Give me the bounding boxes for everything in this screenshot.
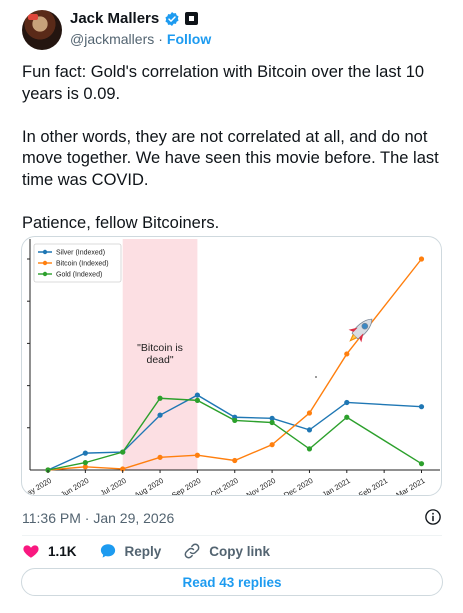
rocket-icon	[348, 318, 373, 343]
data-point	[306, 446, 313, 452]
legend-marker	[42, 260, 48, 266]
data-point	[418, 461, 425, 467]
author-handle[interactable]: @jackmallers	[70, 31, 154, 47]
line-chart: "Bitcoin is dead"May 2020 Jun 2020 Jul 2020…	[22, 239, 440, 496]
tweet-paragraph: Patience, fellow Bitcoiners.	[22, 213, 220, 232]
handle-row: @jackmallers · Follow	[70, 31, 211, 47]
reply-label: Reply	[124, 543, 162, 559]
data-point	[344, 351, 350, 357]
chart-image[interactable]: "Bitcoin is dead" May 2020 Jun 2020 Jul 2020…	[21, 236, 442, 496]
x-tick-label: May 2020	[22, 476, 53, 496]
stray-dot	[315, 376, 317, 378]
x-tick-label: Nov 2020	[245, 476, 277, 496]
legend-label: Bitcoin (Indexed)	[56, 261, 109, 268]
tweet-card: Jack Mallers @jackmallers · Follow Fun fac…	[0, 0, 463, 613]
x-tick-label: Feb 2021	[357, 476, 389, 496]
legend-label: Silver (Indexed)	[56, 250, 105, 257]
data-point	[194, 392, 200, 398]
data-point	[157, 412, 163, 418]
copy-link-label: Copy link	[209, 543, 271, 559]
data-point	[344, 399, 350, 406]
avatar[interactable]	[22, 10, 62, 50]
like-button[interactable]: 1.1K	[22, 542, 77, 560]
x-affiliate-badge-icon	[185, 12, 199, 25]
x-tick-label: Sep 2020	[170, 476, 202, 496]
x-tick-label: Jan 2021	[321, 476, 352, 496]
tweet-paragraph: In other words, they are not correlated …	[22, 127, 439, 189]
legend-label: Gold (Indexed)	[56, 272, 102, 279]
verified-badge-icon	[165, 11, 179, 26]
divider	[22, 535, 442, 536]
reply-button[interactable]: Reply	[99, 542, 162, 560]
heart-icon	[23, 545, 39, 558]
x-tick-label: Oct 2020	[209, 476, 240, 496]
data-point	[157, 454, 163, 460]
link-icon	[184, 543, 200, 559]
action-bar: 1.1K Reply Copy link	[22, 541, 292, 561]
data-point	[194, 452, 200, 458]
read-replies-button[interactable]: Read 43 replies	[21, 568, 443, 596]
data-point	[82, 450, 88, 456]
data-point	[418, 256, 425, 262]
data-point	[120, 449, 126, 455]
follow-button[interactable]: Follow	[167, 31, 211, 47]
series-line-2	[47, 258, 423, 471]
legend-marker	[42, 271, 48, 277]
x-tick-label: Jun 2020	[59, 476, 90, 496]
data-point	[344, 414, 350, 420]
timestamp[interactable]: 11:36 PM · Jan 29, 2026	[22, 510, 174, 526]
x-tick-label: Aug 2020	[133, 476, 165, 496]
tweet-text: Fun fact: Gold's correlation with Bitcoi…	[22, 62, 447, 234]
reply-icon	[100, 544, 115, 558]
x-tick-label: Mar 2021	[395, 476, 427, 496]
data-point	[306, 410, 313, 416]
data-point	[269, 442, 275, 448]
data-point	[82, 460, 88, 466]
tweet-paragraph: Fun fact: Gold's correlation with Bitcoi…	[22, 63, 425, 103]
info-icon[interactable]	[424, 508, 442, 526]
separator: ·	[158, 31, 163, 47]
legend-marker	[42, 249, 48, 255]
data-point	[194, 397, 200, 403]
x-tick-label: Dec 2020	[282, 476, 314, 496]
author-name[interactable]: Jack Mallers	[70, 10, 159, 27]
data-point	[418, 404, 425, 410]
data-point	[232, 417, 238, 424]
x-tick-label: Jul 2020	[99, 476, 128, 496]
data-point	[232, 457, 238, 464]
data-point	[306, 427, 313, 433]
data-point	[157, 395, 163, 401]
data-point	[269, 419, 275, 426]
like-count: 1.1K	[48, 543, 77, 559]
copy-link-button[interactable]: Copy link	[183, 542, 270, 560]
author-name-row: Jack Mallers	[70, 10, 199, 27]
